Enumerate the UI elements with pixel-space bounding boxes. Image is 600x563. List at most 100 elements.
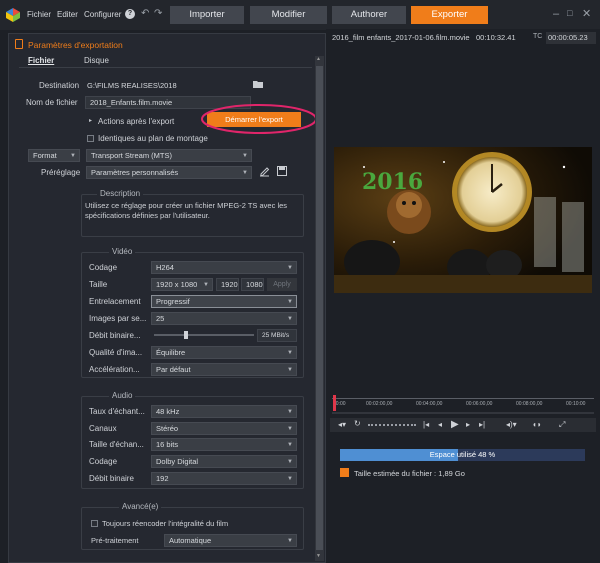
preprocess-label: Pré-traitement bbox=[91, 536, 139, 545]
samplesize-select[interactable]: 16 bits ▼ bbox=[151, 438, 297, 451]
top-bar: Fichier Editer Configurer ? ↶ ↷ Importer… bbox=[0, 0, 600, 30]
video-codec-label: Codage bbox=[89, 263, 118, 272]
acceleration-select[interactable]: Par défaut ▼ bbox=[151, 363, 297, 376]
speaker-icon[interactable]: ◂)▾ bbox=[506, 420, 517, 429]
description-text: Utilisez ce réglage pour créer un fichie… bbox=[85, 201, 288, 220]
redo-icon[interactable]: ↷ bbox=[154, 8, 162, 19]
scrollbar-thumb[interactable] bbox=[316, 66, 323, 550]
menu-edit[interactable]: Editer bbox=[57, 10, 78, 19]
step-back-icon[interactable]: ◂ bbox=[438, 420, 442, 429]
tab-author[interactable]: Authorer bbox=[332, 6, 406, 24]
video-preview: 2016 bbox=[334, 147, 592, 293]
step-forward-icon[interactable]: ▸ bbox=[466, 420, 470, 429]
destination-value: G:\FILMS REALISES\2018 bbox=[87, 81, 177, 90]
audio-title: Audio bbox=[109, 391, 136, 400]
minimize-icon[interactable]: – bbox=[553, 8, 559, 20]
channels-select[interactable]: Stéréo ▼ bbox=[151, 422, 297, 435]
preview-duration: 00:10:32.41 bbox=[476, 33, 516, 42]
fps-label: Images par se... bbox=[89, 314, 147, 323]
timeline-ruler bbox=[332, 398, 594, 399]
channels-label: Canaux bbox=[89, 424, 117, 433]
samplerate-select[interactable]: 48 kHz ▼ bbox=[151, 405, 297, 418]
timeline-tick: 00:06:00,00 bbox=[466, 401, 493, 407]
tab-import[interactable]: Importer bbox=[170, 6, 244, 24]
bitrate-label: Débit binaire... bbox=[89, 331, 141, 340]
quality-select[interactable]: Équilibre ▼ bbox=[151, 346, 297, 359]
video-codec-select[interactable]: H264 ▼ bbox=[151, 261, 297, 274]
format-select[interactable]: Transport Stream (MTS) ▼ bbox=[86, 149, 252, 162]
menu-file[interactable]: Fichier bbox=[27, 10, 51, 19]
playhead[interactable] bbox=[333, 395, 336, 411]
filename-label: Nom de fichier bbox=[26, 98, 78, 107]
timeline-tick: 00:04:00,00 bbox=[416, 401, 443, 407]
description-title: Description bbox=[97, 189, 144, 198]
samplerate-label: Taux d'échant... bbox=[89, 407, 145, 416]
destination-label: Destination bbox=[39, 81, 80, 90]
scroll-up-icon[interactable]: ▲ bbox=[316, 56, 321, 62]
timeline-tick: 00:08:00,00 bbox=[516, 401, 543, 407]
preset-label: Préréglage bbox=[41, 168, 81, 177]
go-start-icon[interactable]: |◂ bbox=[423, 420, 429, 429]
timeline-tick: 00:02:00,00 bbox=[366, 401, 393, 407]
file-size-legend-icon bbox=[340, 468, 349, 477]
video-height-input[interactable]: 1080 bbox=[241, 278, 264, 291]
expand-arrow-icon[interactable]: ▸ bbox=[89, 117, 92, 124]
timecode-display: 00:00:05.23 bbox=[546, 32, 596, 44]
undo-icon[interactable]: ↶ bbox=[141, 8, 149, 19]
save-icon[interactable] bbox=[277, 166, 287, 176]
mark-in-icon[interactable]: ◖◗ bbox=[532, 420, 542, 429]
document-icon bbox=[15, 39, 23, 49]
close-icon[interactable]: ✕ bbox=[582, 7, 591, 20]
actions-after-export[interactable]: Actions après l'export bbox=[98, 117, 174, 126]
loop-icon[interactable]: ↻ bbox=[354, 419, 361, 428]
scroll-down-icon[interactable]: ▼ bbox=[316, 553, 321, 559]
audio-codec-select[interactable]: Dolby Digital ▼ bbox=[151, 455, 297, 468]
audio-bitrate-select[interactable]: 192 ▼ bbox=[151, 472, 297, 485]
preprocess-select[interactable]: Automatique ▼ bbox=[164, 534, 297, 547]
edit-icon[interactable] bbox=[259, 166, 270, 177]
highlight-ellipse bbox=[201, 104, 317, 134]
space-bar-track: Espace utilisé 48 % bbox=[340, 449, 585, 461]
folder-icon[interactable] bbox=[253, 80, 263, 88]
bitrate-value[interactable]: 25 MBit/s bbox=[257, 329, 297, 342]
help-icon[interactable]: ? bbox=[125, 9, 135, 19]
format-label-select[interactable]: Format ▼ bbox=[28, 149, 80, 162]
video-width-input[interactable]: 1920 bbox=[216, 278, 239, 291]
bitrate-slider-thumb[interactable] bbox=[184, 331, 188, 339]
audio-bitrate-label: Débit binaire bbox=[89, 474, 134, 483]
jog-shuttle[interactable] bbox=[368, 424, 416, 426]
fullscreen-icon[interactable]: ⤢ bbox=[559, 420, 565, 430]
estimated-size: Taille estimée du fichier : 1,89 Go bbox=[354, 469, 465, 478]
audio-codec-label: Codage bbox=[89, 457, 118, 466]
export-settings-panel: Paramètres d'exportation Fichier Disque … bbox=[8, 33, 326, 563]
tab-disc[interactable]: Disque bbox=[84, 56, 109, 65]
video-title: Vidéo bbox=[109, 247, 136, 256]
bitrate-slider-track[interactable] bbox=[154, 331, 254, 339]
advanced-title: Avancé(e) bbox=[119, 502, 162, 511]
preset-select[interactable]: Paramètres personnalisés ▼ bbox=[86, 166, 252, 179]
play-icon[interactable]: ▶ bbox=[451, 419, 459, 430]
apply-size-button[interactable]: Apply bbox=[267, 278, 297, 291]
go-end-icon[interactable]: ▸| bbox=[479, 420, 485, 429]
interlace-select[interactable]: Progressif ▼ bbox=[151, 295, 297, 308]
menu-configure[interactable]: Configurer bbox=[84, 10, 121, 19]
tab-export[interactable]: Exporter bbox=[411, 6, 488, 24]
panel-title: Paramètres d'exportation bbox=[28, 40, 123, 50]
same-as-timeline-checkbox[interactable] bbox=[87, 135, 94, 142]
year-badge: 2016 bbox=[362, 169, 424, 195]
reencode-checkbox[interactable] bbox=[91, 520, 98, 527]
preview-filename: 2016_film enfants_2017-01-06.film.movie bbox=[332, 33, 470, 42]
preview-panel: 2016_film enfants_2017-01-06.film.movie … bbox=[326, 29, 600, 563]
tab-modify[interactable]: Modifier bbox=[250, 6, 327, 24]
volume-icon[interactable]: ◂▾ bbox=[338, 420, 346, 429]
reencode-label: Toujours réencoder l'intégralité du film bbox=[102, 519, 229, 528]
fps-select[interactable]: 25 ▼ bbox=[151, 312, 297, 325]
same-as-timeline-label: Identiques au plan de montage bbox=[98, 134, 208, 143]
interlace-label: Entrelacement bbox=[89, 297, 141, 306]
video-size-select[interactable]: 1920 x 1080 ▼ bbox=[151, 278, 213, 291]
acceleration-label: Accélération... bbox=[89, 365, 140, 374]
tab-file[interactable]: Fichier bbox=[28, 56, 54, 65]
samplesize-label: Taille d'échan... bbox=[89, 440, 144, 449]
settings-scrollbar[interactable]: ▲ ▼ bbox=[315, 56, 324, 561]
maximize-icon[interactable]: □ bbox=[567, 8, 572, 18]
